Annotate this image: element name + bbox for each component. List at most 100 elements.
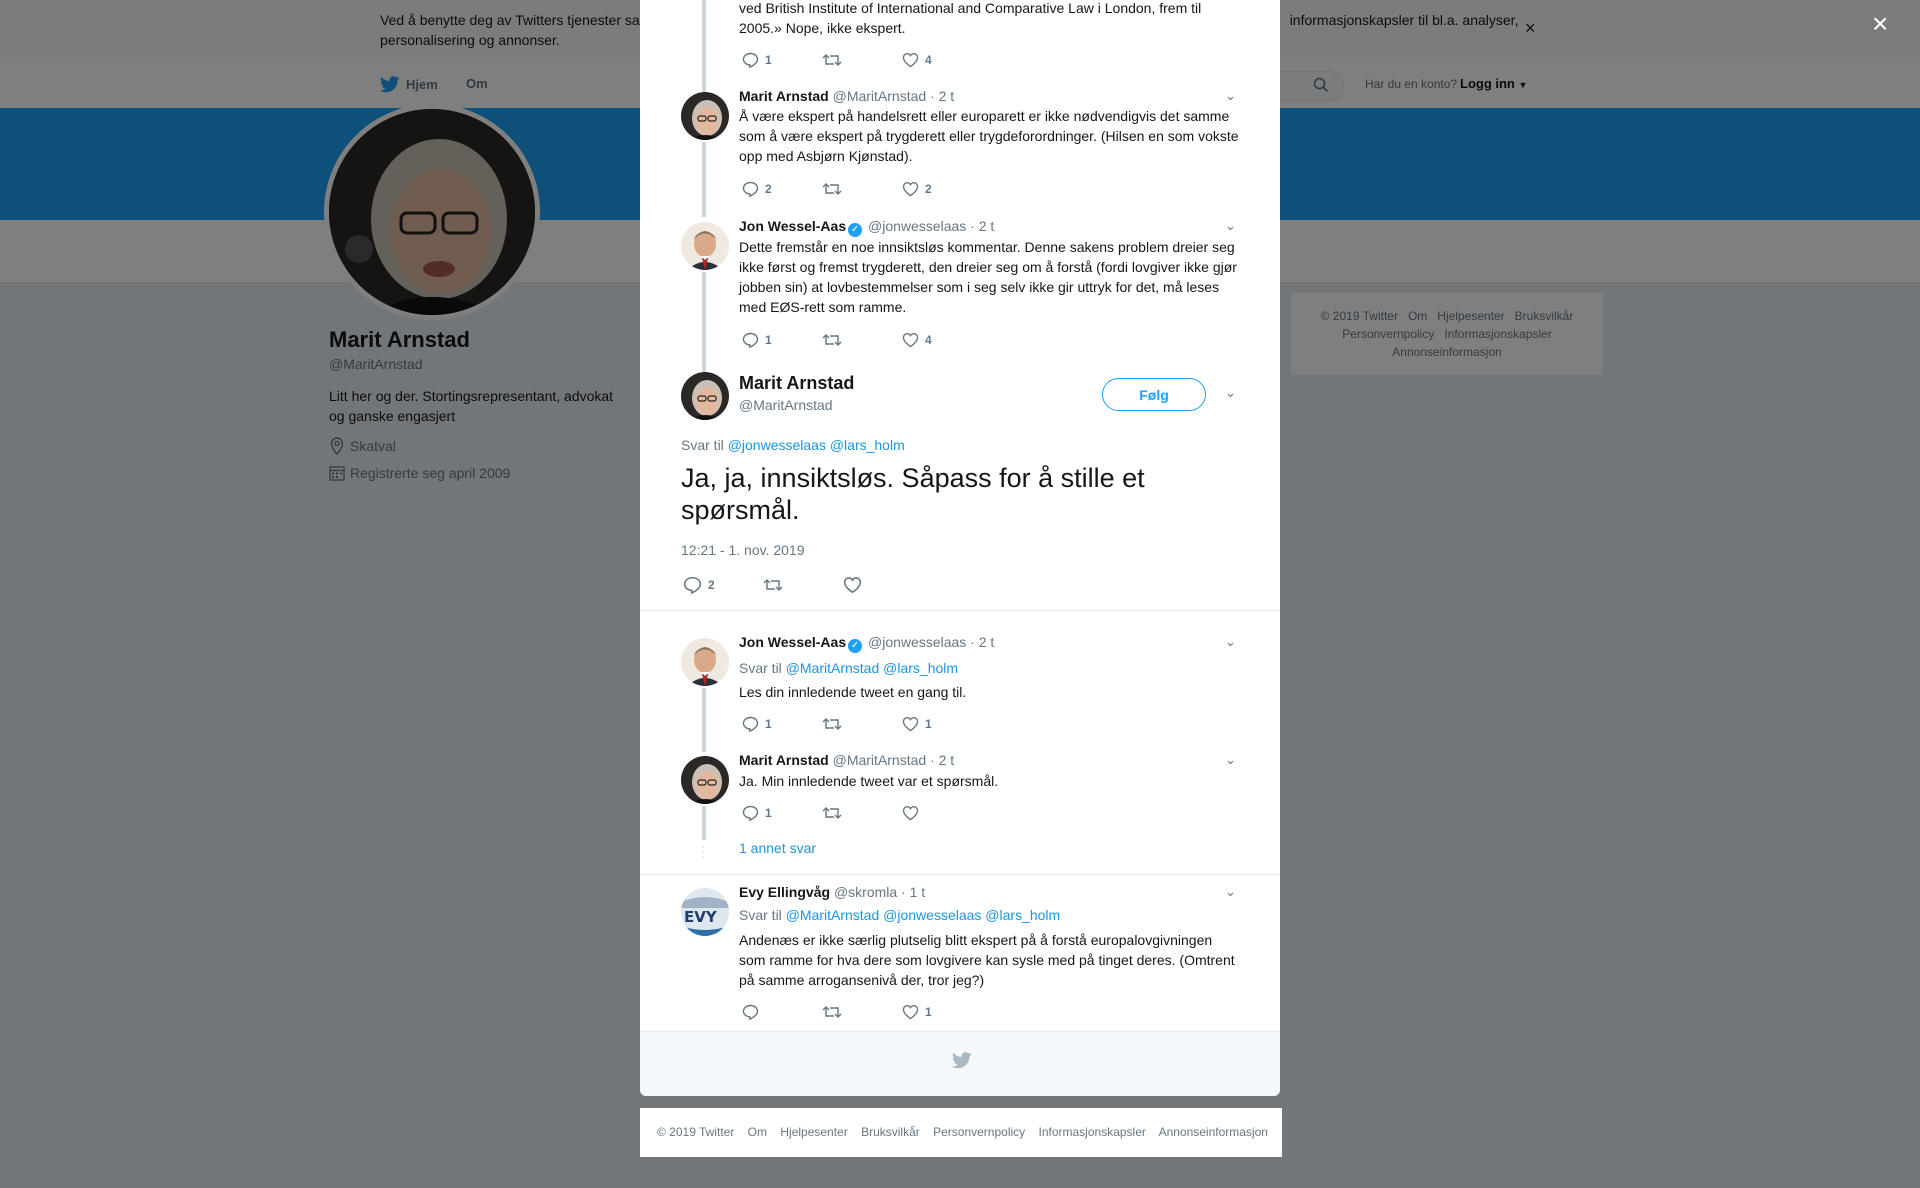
reply-count: 2: [765, 182, 772, 196]
reply-button[interactable]: 2: [683, 576, 763, 594]
reply-to-links[interactable]: @MaritArnstad @lars_holm: [786, 660, 958, 676]
footer-link[interactable]: © 2019 Twitter: [657, 1125, 734, 1139]
tweet-time[interactable]: · 2 t: [970, 218, 994, 234]
author-name[interactable]: Jon Wessel-Aas: [739, 634, 846, 650]
like-count: 4: [925, 53, 932, 67]
reply-icon: [742, 1004, 759, 1020]
retweet-icon: [822, 718, 842, 730]
like-icon: [902, 52, 919, 68]
retweet-button[interactable]: [822, 805, 902, 821]
tweet-text: ved British Institute of International a…: [739, 0, 1202, 36]
main-tweet-text: Ja, ja, innsiktsløs. Såpass for å stille…: [681, 463, 1145, 525]
author-handle[interactable]: @MaritArnstad: [833, 752, 927, 768]
author-name[interactable]: Evy Ellingvåg: [739, 884, 830, 900]
like-button[interactable]: 4: [902, 332, 982, 348]
chevron-down-icon[interactable]: ⌄: [1225, 634, 1236, 650]
chevron-down-icon[interactable]: ⌄: [1225, 884, 1236, 900]
reply-button[interactable]: 2: [742, 181, 822, 197]
tweet-text: Å være ekspert på handelsrett eller euro…: [739, 108, 1239, 164]
like-count: 4: [925, 333, 932, 347]
reply-count: 1: [765, 53, 772, 67]
twitter-bird-icon: [952, 1052, 972, 1069]
author-name[interactable]: Marit Arnstad: [739, 752, 829, 768]
like-button[interactable]: [902, 805, 982, 821]
footer-link[interactable]: Informasjonskapsler: [1039, 1125, 1146, 1139]
close-icon[interactable]: ×: [1872, 10, 1888, 38]
reply-icon: [742, 716, 759, 732]
tweet-actions: 1 4: [742, 52, 982, 68]
like-button[interactable]: 1: [902, 716, 982, 732]
reply-to-links[interactable]: @MaritArnstad @jonwesselaas @lars_holm: [786, 907, 1061, 923]
thread-line: [702, 0, 706, 92]
tweet-header: Jon Wessel-Aas ✓ @jonwesselaas · 2 t: [739, 218, 994, 237]
footer-link[interactable]: Personvernpolicy: [933, 1125, 1025, 1139]
like-button[interactable]: 4: [902, 52, 982, 68]
like-icon: [902, 181, 919, 197]
main-tweet-timestamp[interactable]: 12:21 - 1. nov. 2019: [681, 542, 805, 558]
reply-button[interactable]: 1: [742, 52, 822, 68]
reply-to-label: Svar til: [739, 660, 782, 676]
reply-icon: [742, 181, 759, 197]
retweet-button[interactable]: [822, 1004, 902, 1020]
like-button[interactable]: [843, 576, 923, 594]
reply-icon: [742, 332, 759, 348]
chevron-down-icon[interactable]: ⌄: [1225, 88, 1236, 104]
author-handle[interactable]: @jonwesselaas: [868, 218, 966, 234]
tweet-actions: 2 2: [742, 181, 982, 197]
tweet-time[interactable]: · 2 t: [930, 88, 954, 104]
avatar[interactable]: [681, 92, 729, 140]
chevron-down-icon[interactable]: ⌄: [1225, 752, 1236, 768]
thread-line: [702, 688, 706, 752]
like-icon: [902, 716, 919, 732]
footer-link[interactable]: Annonseinformasjon: [1159, 1125, 1268, 1139]
avatar[interactable]: [681, 372, 729, 420]
more-replies-link[interactable]: 1 annet svar: [739, 840, 816, 856]
avatar[interactable]: [681, 756, 729, 804]
reply-count: 1: [765, 806, 772, 820]
tweet-time[interactable]: · 1 t: [901, 884, 925, 900]
tweet-header: Marit Arnstad @MaritArnstad · 2 t: [739, 88, 954, 104]
main-author-handle[interactable]: @MaritArnstad: [739, 397, 833, 413]
reply-button[interactable]: 1: [742, 805, 822, 821]
main-author-name[interactable]: Marit Arnstad: [739, 373, 854, 394]
modal-footer: © 2019 Twitter Om Hjelpesenter Bruksvilk…: [640, 1108, 1282, 1157]
retweet-button[interactable]: [822, 332, 902, 348]
footer-link[interactable]: Om: [748, 1125, 767, 1139]
tweet-time[interactable]: · 2 t: [930, 752, 954, 768]
tweet-time[interactable]: · 2 t: [970, 634, 994, 650]
footer-link[interactable]: Bruksvilkår: [861, 1125, 920, 1139]
author-name[interactable]: Marit Arnstad: [739, 88, 829, 104]
chevron-down-icon[interactable]: ⌄: [1225, 385, 1236, 401]
like-icon: [902, 1004, 919, 1020]
like-button[interactable]: 1: [902, 1004, 982, 1020]
reply-button[interactable]: [742, 1004, 822, 1020]
retweet-icon: [822, 1006, 842, 1018]
author-handle[interactable]: @MaritArnstad: [833, 88, 927, 104]
like-button[interactable]: 2: [902, 181, 982, 197]
reply-to-label: Svar til: [681, 437, 724, 453]
reply-to-links[interactable]: @jonwesselaas @lars_holm: [728, 437, 905, 453]
avatar[interactable]: [681, 222, 729, 270]
thread-line: [702, 806, 706, 840]
tweet-text: Andenæs er ikke særlig plutselig blitt e…: [739, 932, 1235, 988]
reply-button[interactable]: 1: [742, 332, 822, 348]
retweet-button[interactable]: [763, 577, 843, 593]
avatar[interactable]: [681, 638, 729, 686]
author-handle[interactable]: @jonwesselaas: [868, 634, 966, 650]
like-count: 1: [925, 1005, 932, 1019]
tweet-actions: 1 1: [742, 716, 982, 732]
chevron-down-icon[interactable]: ⌄: [1225, 218, 1236, 234]
footer-link[interactable]: Hjelpesenter: [780, 1125, 847, 1139]
tweet-header: Marit Arnstad @MaritArnstad · 2 t: [739, 752, 954, 768]
follow-button[interactable]: Følg: [1102, 378, 1206, 411]
reply-button[interactable]: 1: [742, 716, 822, 732]
avatar[interactable]: EVY: [681, 888, 729, 936]
retweet-button[interactable]: [822, 181, 902, 197]
retweet-button[interactable]: [822, 716, 902, 732]
thread-line: [702, 142, 706, 217]
author-name[interactable]: Jon Wessel-Aas: [739, 218, 846, 234]
author-handle[interactable]: @skromla: [834, 884, 897, 900]
tweet-header: Evy Ellingvåg @skromla · 1 t: [739, 884, 925, 900]
retweet-button[interactable]: [822, 52, 902, 68]
tweet-actions: 1: [742, 805, 982, 821]
